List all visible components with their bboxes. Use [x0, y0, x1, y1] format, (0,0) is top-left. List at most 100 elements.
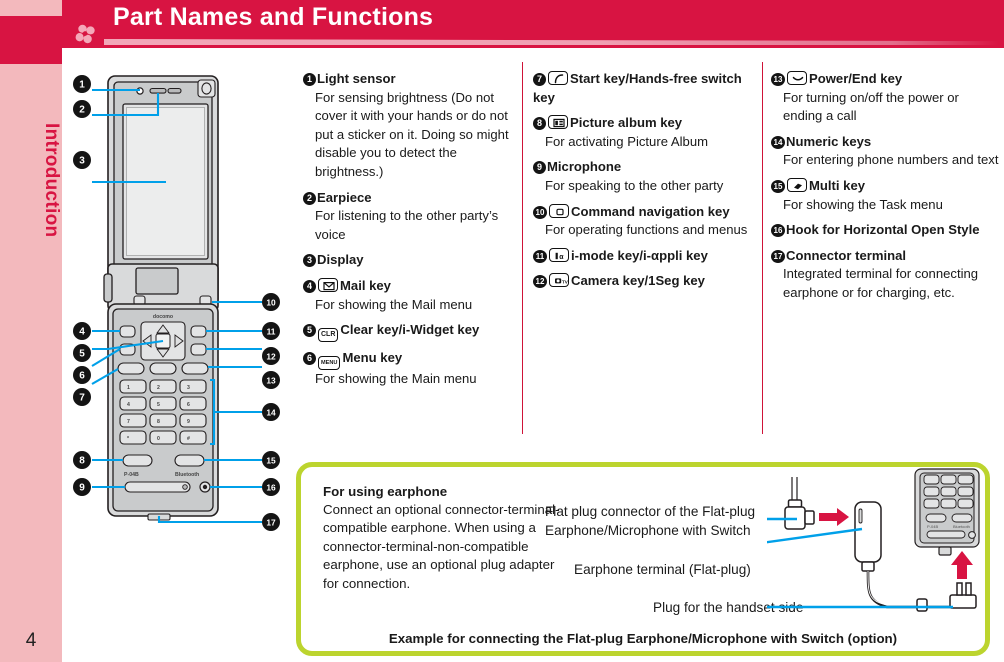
callout-number: 7 [533, 73, 546, 86]
callout-number: 13 [771, 73, 785, 86]
svg-text:12: 12 [266, 351, 276, 361]
part-description: For sensing brightness (Do not cover it … [315, 89, 509, 179]
callout-number: 16 [771, 224, 785, 238]
svg-text:9: 9 [79, 483, 85, 494]
part-entry-5: 5 CLR Clear key/i-Widget key [303, 321, 513, 343]
title-underline-rule [104, 39, 999, 45]
page-number: 4 [25, 630, 37, 651]
svg-text:3: 3 [187, 385, 190, 391]
callout-number: 9 [533, 161, 546, 175]
part-entry-9: 9 Microphone For speaking to the other pa… [533, 158, 751, 195]
part-entry-7: 7 Start key/Hands-free switch key [533, 70, 751, 107]
part-title: Menu key [342, 350, 403, 366]
part-entry-8: 8 Picture album key For activating Pictur… [533, 114, 751, 151]
callout-number: 12 [533, 275, 547, 289]
part-description: For showing the Main menu [315, 371, 477, 387]
text-column-2: 7 Start key/Hands-free switch key 8 Pictur… [533, 70, 751, 298]
svg-text:10: 10 [266, 297, 276, 307]
text-column-3: 13 Power/End key For turning on/off the p… [771, 70, 999, 310]
part-entry-17: 17 Connector terminal Integrated terminal… [771, 247, 999, 303]
part-description: Integrated terminal for connecting earph… [783, 266, 979, 300]
earphone-info-box: For using earphone Connect an optional c… [296, 462, 990, 656]
part-description: For operating functions and menus [545, 222, 748, 238]
callout-number: 8 [533, 117, 546, 131]
part-entry-10: 10 Command navigation key For operating f… [533, 203, 751, 240]
part-entry-2: 2 Earpiece For listening to the other par… [303, 189, 513, 245]
part-title: Light sensor [317, 71, 396, 86]
sidebar-chapter-label: Introduction [41, 122, 62, 238]
svg-text:16: 16 [266, 482, 276, 492]
callout-number: 10 [533, 205, 547, 219]
svg-text:1: 1 [79, 80, 85, 91]
svg-text:5: 5 [79, 349, 85, 360]
svg-text:Bluetooth: Bluetooth [953, 524, 970, 529]
callout-number: 11 [533, 249, 547, 263]
part-title: Earpiece [317, 189, 372, 205]
svg-text:7: 7 [127, 419, 130, 425]
header-inner: Part Names and Functions [0, 0, 1004, 48]
bluetooth-text: Bluetooth [175, 472, 199, 478]
part-entry-1: 1 Light sensor For sensing brightness (Do… [303, 70, 513, 182]
multi-key-icon [787, 177, 807, 192]
part-title: Power/End key [809, 71, 903, 86]
svg-text:9: 9 [187, 419, 190, 425]
mobile-phone-diagram: .bd{fill:#d9dadb;stroke:#231f20;stroke-w… [62, 64, 292, 534]
svg-text:6: 6 [79, 371, 85, 382]
caption-earphone-terminal: Earphone terminal (Flat-plug) [574, 562, 751, 577]
svg-text:3: 3 [79, 156, 85, 167]
part-title: Multi key [809, 177, 866, 193]
part-description: For speaking to the other party [545, 177, 724, 193]
part-description: For entering phone numbers and text [783, 152, 999, 168]
page-title: Part Names and Functions [113, 3, 434, 31]
svg-text:4: 4 [79, 327, 85, 338]
callout-number: 1 [303, 73, 316, 86]
brand-text: docomo [153, 314, 173, 320]
i-mode-key-icon: α [549, 247, 569, 262]
part-title: Display [317, 252, 364, 268]
part-entry-6: 6 MENU Menu key For showing the Main menu [303, 349, 513, 389]
part-description: For showing the Mail menu [315, 296, 473, 312]
menu-key-icon: MENU [318, 356, 341, 371]
earphone-box-footer: Example for connecting the Flat-plug Ear… [388, 631, 898, 646]
part-entry-4: 4 Mail key For showing the Mail menu [303, 277, 513, 314]
sidebar-top-strip [0, 0, 62, 16]
callout-number: 15 [771, 179, 785, 193]
power-end-key-icon [787, 71, 807, 85]
svg-text:TV: TV [562, 280, 569, 285]
part-entry-3: 3 Display [303, 251, 513, 270]
column-divider-1 [522, 62, 523, 434]
svg-text:7: 7 [79, 393, 85, 404]
svg-text:17: 17 [266, 517, 276, 527]
part-title: Mail key [340, 277, 391, 293]
picture-album-key-icon [548, 115, 568, 130]
clover-flower-icon [74, 24, 98, 46]
part-entry-14: 14 Numeric keys For entering phone number… [771, 133, 999, 170]
svg-text:8: 8 [79, 456, 85, 467]
page-header: Part Names and Functions [0, 0, 1004, 48]
svg-text:14: 14 [266, 407, 276, 417]
text-column-1: 1 Light sensor For sensing brightness (Do… [303, 70, 513, 396]
part-description: For turning on/off the power or ending a… [783, 89, 959, 124]
svg-text:0: 0 [157, 436, 160, 442]
svg-text:15: 15 [266, 455, 276, 465]
part-title: Camera key/1Seg key [571, 273, 705, 289]
svg-text:8: 8 [157, 419, 160, 425]
start-handsfree-key-icon [548, 71, 568, 85]
part-title: Connector terminal [786, 247, 907, 263]
earphone-box-body: Connect an optional connector-terminal-c… [323, 502, 560, 591]
clr-key-icon: CLR [318, 328, 339, 343]
callout-number: 2 [303, 191, 316, 205]
camera-1seg-key-icon: TV [549, 273, 569, 288]
svg-text:1: 1 [127, 385, 130, 391]
svg-text:#: # [187, 436, 190, 442]
part-title: Command navigation key [571, 203, 730, 219]
sidebar-chapter-tab [0, 16, 62, 64]
part-entry-15: 15 Multi key For showing the Task menu [771, 177, 999, 214]
callout-number: 17 [771, 249, 785, 263]
svg-text:5: 5 [157, 402, 160, 408]
svg-text:11: 11 [267, 326, 276, 336]
flat-plug-earphone-connection-illustration: .ol{fill:#ffffff;stroke:#231f20;stroke-w… [544, 467, 989, 633]
svg-text:13: 13 [266, 375, 276, 385]
earphone-box-heading: For using earphone [323, 484, 448, 499]
part-title: Numeric keys [786, 133, 872, 149]
